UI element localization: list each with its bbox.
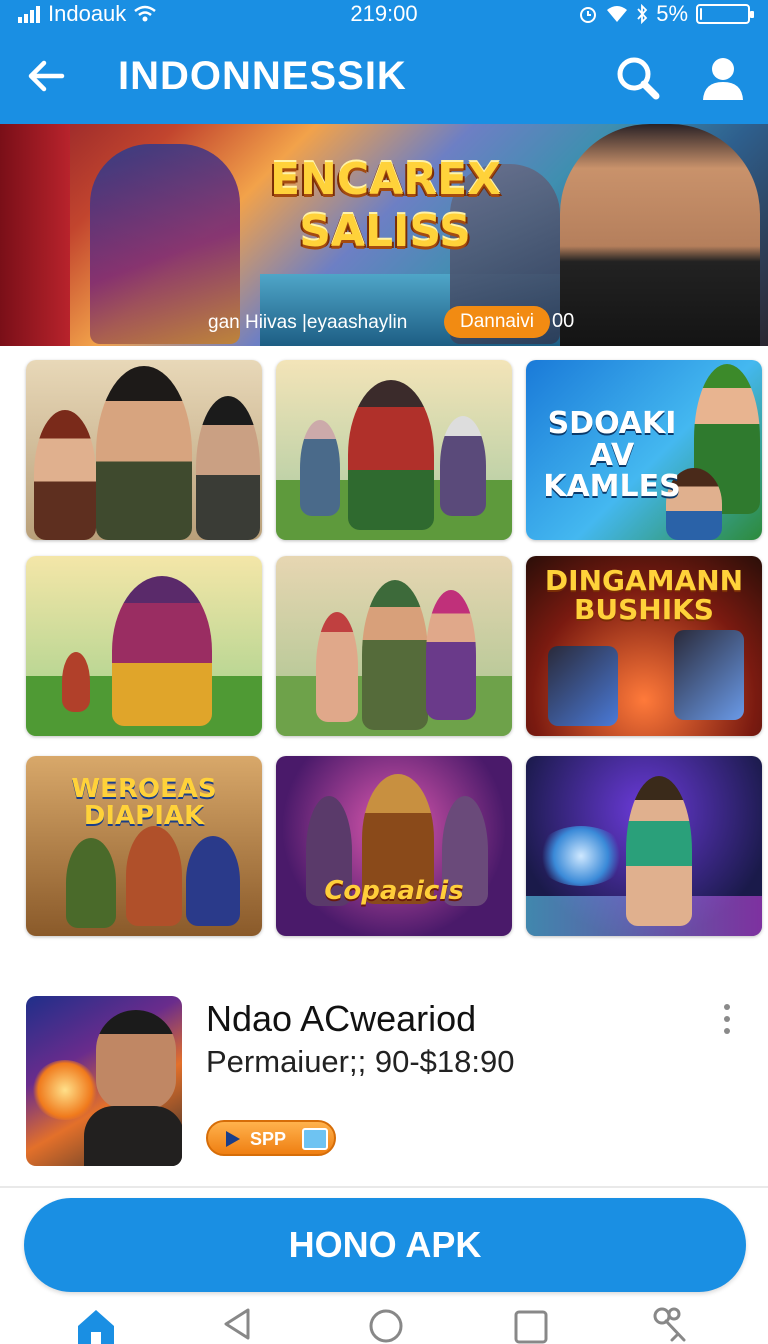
wifi-icon xyxy=(607,6,628,22)
app-price: Permaiuer;; 90-$18:90 xyxy=(206,1044,515,1079)
battery-level xyxy=(700,8,702,20)
game-tile[interactable]: SDOAKI AV KAMLES xyxy=(526,360,762,540)
bottom-navigation xyxy=(0,1300,768,1344)
tile-title: DINGAMANN BUSHIKS xyxy=(544,564,744,627)
game-tile[interactable] xyxy=(276,556,512,736)
app-thumbnail xyxy=(26,996,182,1166)
tablet-icon xyxy=(302,1128,328,1150)
page-title: INDONNESSIK xyxy=(118,54,407,98)
recents-square-icon[interactable] xyxy=(508,1304,552,1344)
search-icon[interactable] xyxy=(614,54,662,102)
tile-character xyxy=(300,420,340,516)
tools-icon[interactable] xyxy=(650,1304,694,1344)
tile-character xyxy=(626,776,692,926)
app-name: Ndao ACweariod xyxy=(206,998,477,1039)
banner-pill-button[interactable]: Dannaivi xyxy=(444,306,550,338)
play-badge-button[interactable]: SPP xyxy=(206,1120,336,1156)
tile-character xyxy=(196,396,260,540)
tile-character xyxy=(362,580,428,730)
game-tile[interactable] xyxy=(276,360,512,540)
tile-title: SDOAKI AV KAMLES xyxy=(543,406,681,504)
banner-character-portrait xyxy=(560,124,760,346)
app-list-item[interactable]: Ndao ACweariod Permaiuer;; 90-$18:90 SPP xyxy=(0,990,768,1180)
battery-percent: 5% xyxy=(656,1,688,26)
app-screen: Indoauk 219:00 5% INDONNESSIK ENCAREX SA… xyxy=(0,0,768,1344)
home-icon[interactable] xyxy=(74,1304,118,1344)
game-tile[interactable] xyxy=(26,556,262,736)
thumbnail-blast xyxy=(32,1060,98,1120)
play-icon xyxy=(226,1131,240,1147)
banner-headline-line1: ENCAREX xyxy=(270,154,502,205)
home-circle-icon[interactable] xyxy=(364,1304,408,1344)
banner-curtain xyxy=(0,124,70,346)
thumbnail-face xyxy=(96,1010,176,1110)
tile-character xyxy=(62,652,90,712)
more-options-icon[interactable] xyxy=(716,1004,738,1040)
thumbnail-body xyxy=(84,1106,182,1166)
back-arrow-icon[interactable] xyxy=(22,52,70,100)
back-triangle-icon[interactable] xyxy=(216,1304,260,1344)
banner-caption: gan Hiivas |eyaashaylin xyxy=(208,312,408,333)
tile-character xyxy=(96,366,192,540)
divider xyxy=(0,1186,768,1188)
tile-title: WEROEAS DIAPIAK xyxy=(71,774,217,832)
status-right: 5% xyxy=(578,1,754,27)
hero-banner[interactable]: ENCAREX SALISS gan Hiivas |eyaashaylin D… xyxy=(0,124,768,346)
game-grid: SDOAKI AV KAMLES DINGAMANN BUSHIKS WEROE… xyxy=(26,360,762,940)
tile-character xyxy=(186,836,240,926)
tile-phone xyxy=(548,646,618,726)
tile-phone xyxy=(674,630,744,720)
tile-character xyxy=(112,576,212,726)
status-bar: Indoauk 219:00 5% xyxy=(0,0,768,28)
tile-character xyxy=(440,416,486,516)
banner-number: 00 xyxy=(552,310,575,332)
profile-icon[interactable] xyxy=(700,54,746,102)
banner-headline-line2: SALISS xyxy=(299,206,471,257)
download-apk-button[interactable]: HONO APK xyxy=(24,1198,746,1292)
game-tile[interactable]: Copaaicis xyxy=(276,756,512,936)
game-tile[interactable]: WEROEAS DIAPIAK xyxy=(26,756,262,936)
tile-character xyxy=(426,590,476,720)
tile-character xyxy=(126,826,182,926)
tile-character xyxy=(34,410,96,540)
banner-headline: ENCAREX SALISS xyxy=(270,154,502,258)
battery-icon xyxy=(696,4,754,24)
game-tile[interactable] xyxy=(26,360,262,540)
tile-character xyxy=(66,838,116,928)
badge-label: SPP xyxy=(250,1129,287,1149)
game-tile[interactable] xyxy=(526,756,762,936)
tile-title: Copaaicis xyxy=(324,876,464,906)
bluetooth-icon xyxy=(637,4,648,24)
tile-character xyxy=(316,612,358,722)
tile-energy-blade xyxy=(536,826,626,886)
game-tile[interactable]: DINGAMANN BUSHIKS xyxy=(526,556,762,736)
app-bar: INDONNESSIK xyxy=(0,28,768,124)
tile-character xyxy=(348,380,434,530)
alarm-icon xyxy=(580,7,597,23)
